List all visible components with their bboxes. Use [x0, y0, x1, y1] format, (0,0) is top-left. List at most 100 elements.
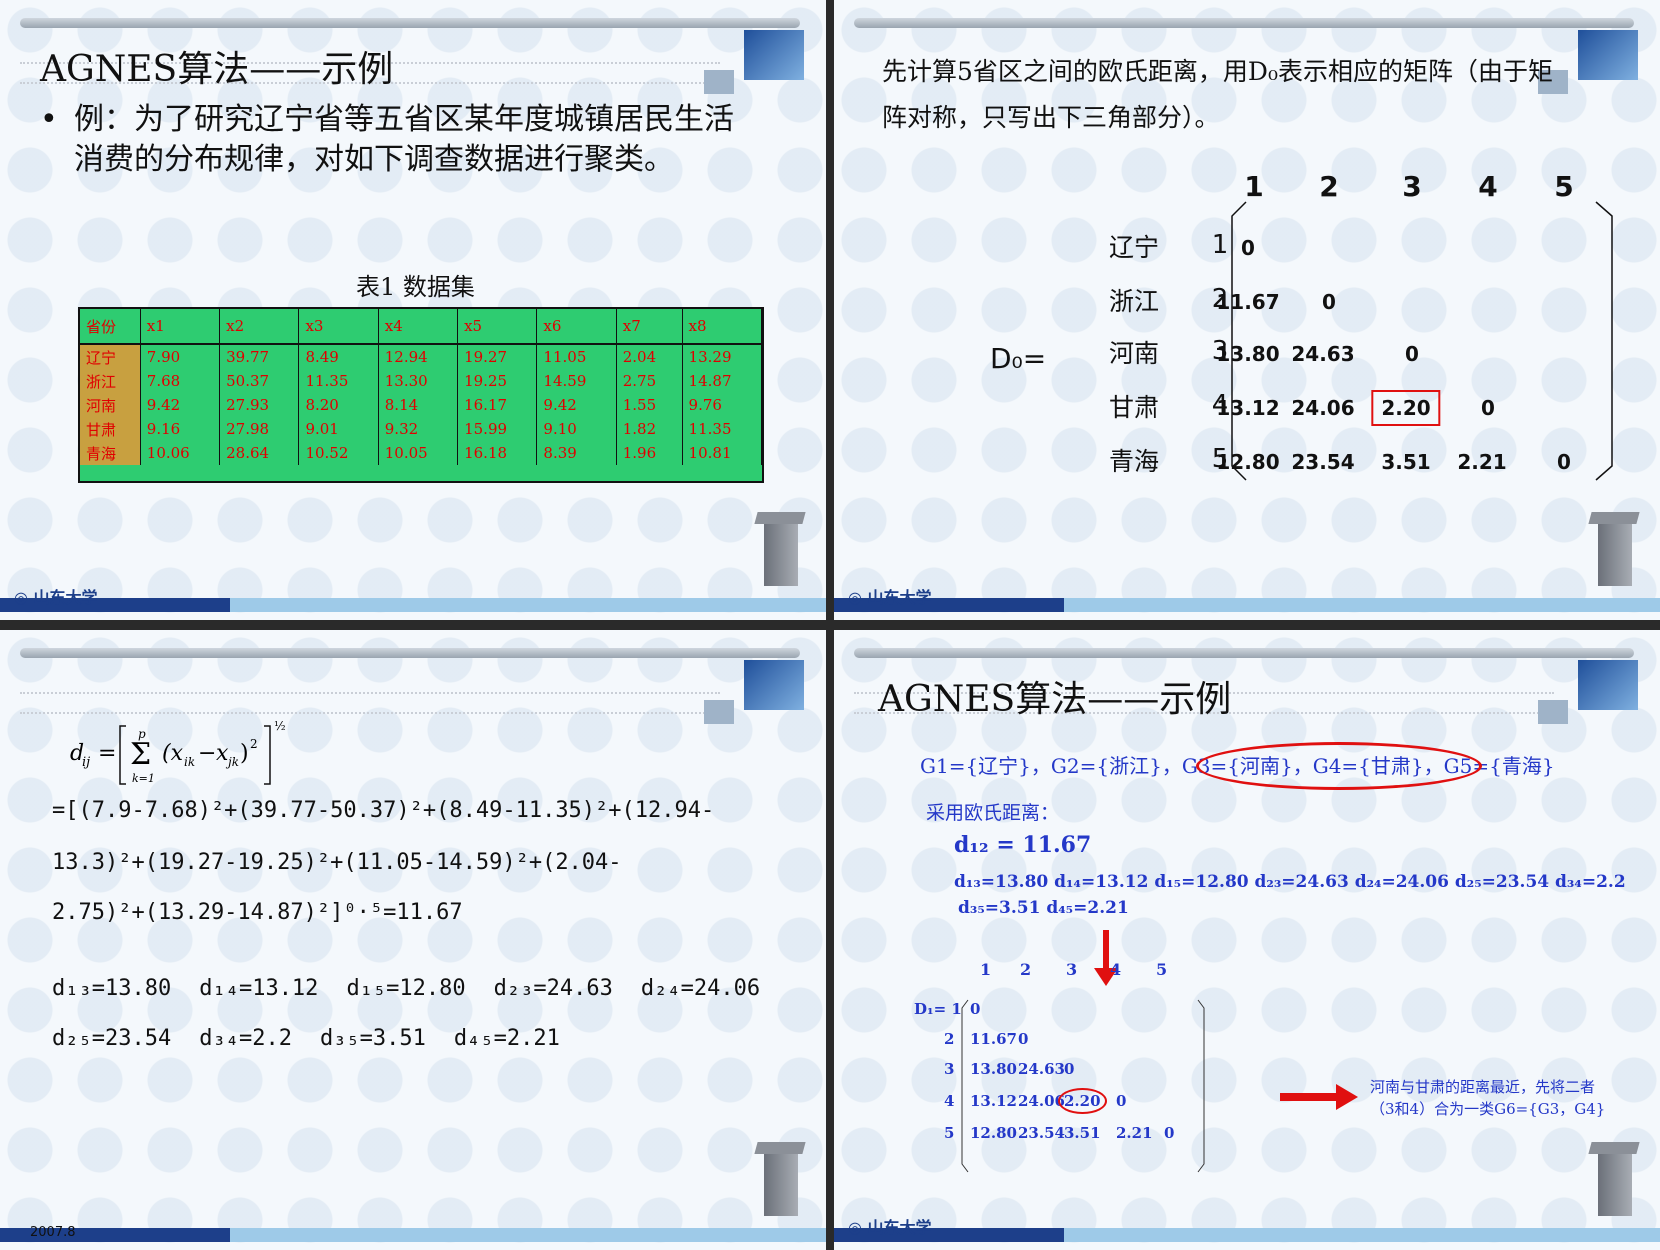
svg-text:jk: jk	[225, 755, 239, 769]
table-cell: 8.14	[378, 393, 459, 417]
table-cell: 8.39	[536, 441, 617, 465]
table-header-cell: 省份	[80, 309, 141, 345]
calc-line-1: =[(7.9-7.68)²+(39.77-50.37)²+(8.49-11.35…	[52, 798, 715, 823]
slide-3: d ij = p Σ k=1 (x ik − x jk ) 2 ½ =[(7.9…	[0, 630, 826, 1250]
distance-value: d₁₃=13.80	[52, 976, 172, 1001]
distance-value: d₃₄=2.2	[199, 1026, 292, 1051]
table-cell: 9.42	[536, 393, 617, 417]
province-label: 浙江	[1108, 287, 1160, 316]
table-cell: 7.90	[140, 344, 221, 369]
podium-icon	[754, 1142, 806, 1220]
table-cell: 16.18	[457, 441, 538, 465]
merge-note-1: 河南与甘肃的距离最近，先将二者	[1370, 1078, 1596, 1096]
table-cell: 辽宁	[80, 344, 141, 369]
svg-text:½: ½	[274, 719, 286, 733]
table-cell: 13.30	[378, 369, 459, 393]
svg-text:−: −	[198, 741, 216, 766]
distance-value: d₂₃=24.63	[493, 976, 613, 1001]
table-cell: 1.82	[616, 417, 683, 441]
svg-text:Σ: Σ	[130, 737, 151, 772]
table-header-cell: x8	[682, 309, 763, 345]
table-cell: 27.93	[219, 393, 300, 417]
table-cell: 10.06	[140, 441, 221, 465]
table-cell: 2.04	[616, 344, 683, 369]
table-header-cell: x2	[219, 309, 300, 345]
table-cell: 2.75	[616, 369, 683, 393]
table-cell: 14.87	[682, 369, 763, 393]
matrix-column-header: 3	[1066, 960, 1078, 979]
table-cell: 16.17	[457, 393, 538, 417]
table-caption: 表1 数据集	[356, 273, 475, 301]
svg-text:ij: ij	[82, 755, 90, 770]
table-cell: 14.59	[536, 369, 617, 393]
table-header-cell: x3	[298, 309, 379, 345]
table-cell: 1.96	[616, 441, 683, 465]
table-cell: 9.01	[298, 417, 379, 441]
table-row: 河南 9.42 27.93 8.20 8.14 16.17 9.42 1.55 9.76	[80, 393, 763, 417]
matrix-bracket	[960, 996, 1220, 1180]
table-cell: 10.05	[378, 441, 459, 465]
university-logo: ◎ 山东大学	[848, 588, 932, 607]
table-cell: 11.35	[682, 417, 763, 441]
slide-4: AGNES算法——示例 G1={辽宁}，G2={浙江}，G3={河南}，G4={…	[834, 630, 1660, 1250]
calc-line-3: 2.75)²+(13.29-14.87)²]⁰·⁵=11.67	[52, 900, 463, 925]
table-cell: 11.05	[536, 344, 617, 369]
distance-value: d₄₅=2.21	[453, 1026, 560, 1051]
table-cell: 8.49	[298, 344, 379, 369]
table-cell: 河南	[80, 393, 141, 417]
table-cell: 青海	[80, 441, 141, 465]
matrix-row-index: 2	[944, 1030, 955, 1048]
svg-text:): )	[240, 741, 249, 766]
table-row: 辽宁 7.90 39.77 8.49 12.94 19.27 11.05 2.04 13.29	[80, 344, 763, 369]
table-cell: 11.35	[298, 369, 379, 393]
table-row: 浙江 7.68 50.37 11.35 13.30 19.25 14.59 2.75 14.87	[80, 369, 763, 393]
table-cell: 浙江	[80, 369, 141, 393]
matrix-column-header: 2	[1020, 960, 1032, 979]
matrix-bracket	[1216, 196, 1636, 500]
province-label: 河南	[1108, 339, 1160, 368]
university-logo: ◎ 山东大学	[14, 588, 98, 607]
podium-icon	[1588, 1142, 1640, 1220]
svg-text:(x: (x	[162, 741, 184, 766]
footer-date: 2007.8	[30, 1225, 76, 1240]
table-cell: 9.16	[140, 417, 221, 441]
slide-1: AGNES算法——示例 • 例：为了研究辽宁省等五省区某年度城镇居民生活消费的分…	[0, 0, 826, 620]
matrix-column-header: 4	[1110, 960, 1122, 979]
table-row: 青海 10.06 28.64 10.52 10.05 16.18 8.39 1.96 10.81	[80, 441, 763, 465]
slide-2: 先计算5省区之间的欧氏距离，用D₀表示相应的矩阵（由于矩 阵对称，只写出下三角部…	[834, 0, 1660, 620]
table-cell: 19.25	[457, 369, 538, 393]
bullet-text: • 例：为了研究辽宁省等五省区某年度城镇居民生活消费的分布规律，对如下调查数据进…	[40, 102, 734, 177]
svg-text:k=1: k=1	[132, 772, 155, 785]
slide-title: AGNES算法——示例	[40, 49, 394, 90]
distance-matrix-d1: 1 2 3 4 5 D₁= 1 2 3 4 5 0 11.67 0 13.80 24.63 0 13.12 24.…	[834, 630, 1660, 1250]
distance-value: d₁₅=12.80	[346, 976, 466, 1001]
table-cell: 12.94	[378, 344, 459, 369]
table-cell: 1.55	[616, 393, 683, 417]
right-arrow-icon	[1280, 1082, 1360, 1116]
merge-note-2: （3和4）合为一类G6={G3，G4}	[1370, 1100, 1606, 1118]
podium-icon	[1588, 512, 1640, 590]
calc-line-2: 13.3)²+(19.27-19.25)²+(11.05-14.59)²+(2.…	[52, 850, 622, 875]
matrix-label: D₁= 1	[914, 1000, 962, 1018]
table-cell: 50.37	[219, 369, 300, 393]
university-logo: ◎ 山东大学	[848, 1218, 932, 1237]
matrix-column-header: 1	[980, 960, 992, 979]
table-cell: 39.77	[219, 344, 300, 369]
svg-text:ik: ik	[184, 755, 195, 769]
table-header-cell: x6	[536, 309, 617, 345]
table-cell: 15.99	[457, 417, 538, 441]
matrix-row-index: 4	[944, 1092, 955, 1110]
table-cell: 甘肃	[80, 417, 141, 441]
distance-value: d₂₅=23.54	[52, 1026, 172, 1051]
table-cell: 9.42	[140, 393, 221, 417]
table-cell: 8.20	[298, 393, 379, 417]
matrix-column-header: 5	[1156, 960, 1168, 979]
svg-text:2: 2	[250, 737, 258, 751]
table-header-cell: x5	[457, 309, 538, 345]
table-cell: 28.64	[219, 441, 300, 465]
table-header-cell: x4	[378, 309, 459, 345]
table-header-row: 省份 x1 x2 x3 x4 x5 x6 x7 x8	[80, 309, 763, 345]
table-cell: 9.32	[378, 417, 459, 441]
podium-icon	[754, 512, 806, 590]
distance-row-1: d₁₃=13.80 d₁₄=13.12 d₁₅=12.80 d₂₃=24.63 d₂₄=…	[52, 976, 788, 1001]
